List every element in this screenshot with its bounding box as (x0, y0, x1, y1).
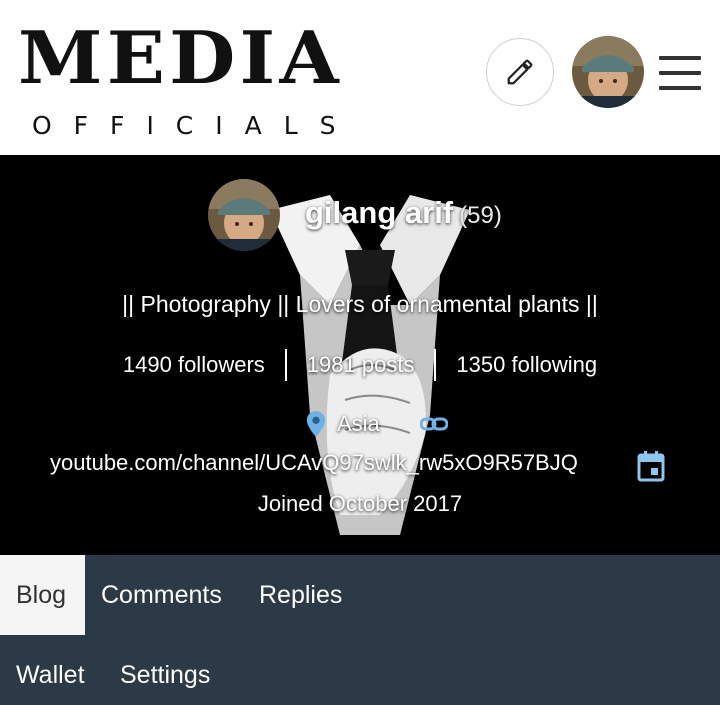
calendar-icon (637, 451, 665, 482)
tab-wallet[interactable]: Wallet (0, 635, 101, 705)
location-text: Asia (337, 411, 380, 436)
menu-button[interactable] (659, 56, 701, 90)
hamburger-icon-bar (659, 71, 701, 75)
top-header: MEDIA OFFICIALS (0, 0, 720, 155)
profile-name-row: gilang arif (59) (305, 195, 502, 231)
tab-blog[interactable]: Blog (0, 555, 85, 635)
location-pin-icon (306, 411, 326, 437)
posts-count[interactable]: 1981 posts (287, 352, 435, 378)
user-avatar[interactable] (572, 36, 644, 108)
reputation-score: (59) (459, 202, 502, 229)
tab-comments[interactable]: Comments (85, 555, 238, 635)
followers-count[interactable]: 1490 followers (103, 352, 285, 378)
tab-replies[interactable]: Replies (243, 555, 358, 635)
location-row: Asia (305, 410, 448, 438)
profile-stats: 1490 followers 1981 posts 1350 following (0, 349, 720, 381)
link-icon (419, 417, 448, 431)
profile-tabs: Blog Comments Replies Wallet Settings (0, 555, 720, 705)
profile-cover: gilang arif (59) || Photography || Lovers… (0, 155, 720, 555)
following-count[interactable]: 1350 following (436, 352, 617, 378)
profile-name: gilang arif (305, 195, 454, 230)
tab-settings[interactable]: Settings (104, 635, 226, 705)
site-logo-subtitle: OFFICIALS (32, 111, 358, 140)
site-logo[interactable]: MEDIA (18, 22, 343, 94)
hamburger-icon-bar (659, 56, 701, 60)
edit-button[interactable] (486, 38, 554, 106)
profile-avatar[interactable] (208, 179, 280, 251)
joined-date: Joined October 2017 (257, 491, 463, 516)
website-link[interactable]: youtube.com/channel/UCAvQ97swlk_rw5xO9R5… (50, 450, 578, 476)
profile-about: || Photography || Lovers of ornamental p… (122, 291, 598, 317)
pencil-icon (507, 59, 533, 85)
hamburger-icon-bar (659, 86, 701, 90)
website-row: youtube.com/channel/UCAvQ97swlk_rw5xO9R5… (50, 450, 578, 476)
